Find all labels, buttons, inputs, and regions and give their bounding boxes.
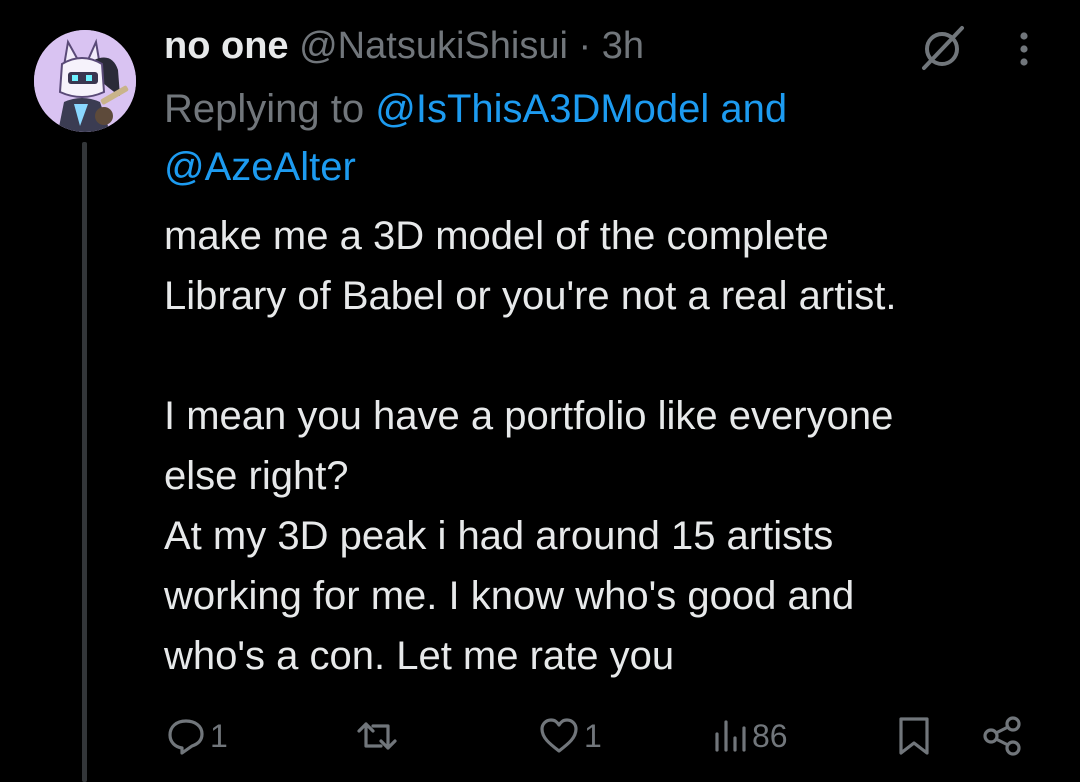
share-button[interactable] [982,708,1024,764]
display-name[interactable]: no one [164,25,289,67]
views-bar-chart-icon [715,720,746,752]
retweet-icon [357,722,397,750]
thread-line [82,142,87,782]
share-icon [983,716,1021,756]
grok-slash-icon[interactable] [916,24,970,77]
tweet-text-line: At my 3D peak i had around 15 artists [164,514,834,558]
tweet-text-line: make me a 3D model of the complete [164,214,829,258]
more-vertical-icon[interactable] [1012,24,1036,77]
reply-button[interactable]: 1 [166,708,228,764]
reply-icon [168,719,204,755]
tweet-text-line: else right? [164,454,349,498]
tweet-header: no one @NatsukiShisui · 3h [164,22,644,70]
like-count: 1 [584,717,602,754]
bookmark-button[interactable] [896,708,932,764]
tweet-text-line: who's a con. Let me rate you [164,634,675,678]
views-count: 86 [752,717,788,754]
mention-link[interactable]: @AzeAlter [164,145,356,189]
tweet-text: make me a 3D model of the complete Libra… [164,206,1044,686]
like-button[interactable]: 1 [538,708,602,764]
separator-dot: · [578,25,592,67]
replying-to: Replying to @IsThisA3DModel and @AzeAlte… [164,80,924,196]
tweet-text-blank-line [164,326,1044,386]
replying-conjunction[interactable]: and [720,87,787,131]
mention-link[interactable]: @IsThisA3DModel [375,87,709,131]
heart-icon [540,718,578,753]
bookmark-icon [899,717,929,755]
retweet-button[interactable] [356,708,402,764]
avatar-image [34,30,136,132]
tweet[interactable]: no one @NatsukiShisui · 3h Replying to @… [0,0,1080,782]
reply-count: 1 [210,717,228,754]
tweet-text-line: working for me. I know who's good and [164,574,855,618]
avatar[interactable] [34,30,136,132]
user-handle[interactable]: @NatsukiShisui [299,25,568,67]
views-button[interactable]: 86 [712,708,788,764]
timestamp[interactable]: 3h [602,25,644,67]
action-bar: 1 1 86 [0,708,1080,764]
tweet-text-line: Library of Babel or you're not a real ar… [164,274,897,318]
replying-prefix: Replying to [164,87,365,131]
tweet-text-line: I mean you have a portfolio like everyon… [164,394,894,438]
